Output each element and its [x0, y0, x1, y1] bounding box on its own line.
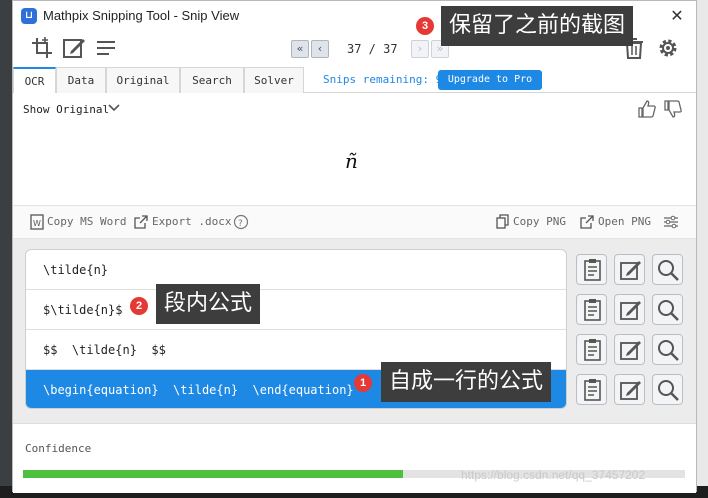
- latex-result-row[interactable]: \tilde{n}: [26, 250, 566, 290]
- search-latex-button[interactable]: [652, 374, 683, 405]
- rendered-formula: ñ: [345, 149, 358, 173]
- open-png-button[interactable]: Open PNG: [598, 215, 651, 228]
- open-external-icon: [580, 215, 594, 229]
- tab-solver[interactable]: Solver: [244, 67, 304, 93]
- tab-data[interactable]: Data: [56, 67, 106, 93]
- copy-latex-button[interactable]: [576, 334, 607, 365]
- annotation-badge-3: 3: [416, 17, 434, 35]
- copy-ms-word-button[interactable]: Copy MS Word: [47, 215, 126, 228]
- export-docx-button[interactable]: Export .docx: [152, 215, 231, 228]
- thumbs-down-icon[interactable]: [663, 99, 683, 119]
- copy-icon: [496, 214, 509, 229]
- word-icon: W: [30, 214, 44, 230]
- export-icon: [134, 215, 148, 229]
- annotation-callout-3: 保留了之前的截图: [441, 6, 634, 46]
- copy-png-button[interactable]: Copy PNG: [513, 215, 566, 228]
- edit-latex-button[interactable]: [614, 254, 645, 285]
- mathpix-window: ⊔ Mathpix Snipping Tool - Snip View ✕ « …: [12, 0, 697, 493]
- search-latex-button[interactable]: [652, 334, 683, 365]
- edit-icon: [620, 341, 641, 360]
- annotation-callout-2: 段内公式: [156, 284, 261, 324]
- show-original-toggle[interactable]: Show Original: [23, 103, 109, 116]
- svg-text:W: W: [33, 219, 41, 228]
- svg-text:?: ?: [238, 219, 243, 229]
- window-title: Mathpix Snipping Tool - Snip View: [43, 8, 240, 23]
- edit-icon: [620, 261, 641, 280]
- confidence-label: Confidence: [25, 442, 92, 455]
- watermark: https://blog.csdn.net/qq_37457202: [461, 468, 646, 482]
- prev-page-button[interactable]: ‹: [311, 40, 329, 58]
- clipboard-icon: [584, 339, 601, 361]
- crop-icon[interactable]: [29, 35, 55, 61]
- tab-original[interactable]: Original: [106, 67, 180, 93]
- search-icon: [658, 300, 679, 321]
- copy-latex-button[interactable]: [576, 254, 607, 285]
- gear-icon[interactable]: [655, 35, 681, 61]
- results-panel: \tilde{n} $\tilde{n}$ $$ \tilde{n} $$ \b…: [13, 239, 696, 423]
- search-latex-button[interactable]: [652, 294, 683, 325]
- action-bar: W Copy MS Word Export .docx ? Copy PNG O…: [13, 205, 696, 239]
- close-button[interactable]: ✕: [665, 5, 689, 27]
- snips-remaining: Snips remaining: 9: [323, 73, 443, 86]
- tab-bar: OCR Data Original Search Solver Snips re…: [13, 67, 696, 94]
- confidence-section: Confidence https://blog.csdn.net/qq_3745…: [13, 423, 696, 493]
- tab-search[interactable]: Search: [180, 67, 244, 93]
- next-page-button[interactable]: ›: [411, 40, 429, 58]
- clipboard-icon: [584, 379, 601, 401]
- edit-latex-button[interactable]: [614, 294, 645, 325]
- latex-result-row[interactable]: $\tilde{n}$: [26, 290, 566, 330]
- mathpix-logo-icon: ⊔: [21, 8, 37, 24]
- desktop-background-right: [696, 0, 708, 498]
- page-counter: 37 / 37: [347, 42, 398, 56]
- annotation-badge-2: 2: [130, 297, 148, 315]
- annotation-badge-1: 1: [354, 374, 372, 392]
- sliders-icon[interactable]: [663, 214, 679, 230]
- desktop-background-left: [0, 0, 12, 498]
- clipboard-icon: [584, 259, 601, 281]
- upgrade-to-pro-button[interactable]: Upgrade to Pro: [438, 70, 542, 90]
- first-page-button[interactable]: «: [291, 40, 309, 58]
- edit-icon: [620, 381, 641, 400]
- edit-latex-button[interactable]: [614, 334, 645, 365]
- copy-latex-button[interactable]: [576, 294, 607, 325]
- confidence-bar-fill: [23, 470, 403, 478]
- annotation-callout-1: 自成一行的公式: [381, 362, 552, 402]
- edit-icon[interactable]: [61, 35, 87, 61]
- edit-latex-button[interactable]: [614, 374, 645, 405]
- search-icon: [658, 380, 679, 401]
- thumbs-up-icon[interactable]: [637, 99, 657, 119]
- search-latex-button[interactable]: [652, 254, 683, 285]
- preview-area: Show Original ñ: [13, 93, 696, 205]
- chevron-down-icon[interactable]: [107, 101, 121, 115]
- menu-icon[interactable]: [93, 35, 119, 61]
- search-icon: [658, 260, 679, 281]
- help-icon[interactable]: ?: [233, 214, 249, 230]
- tab-ocr[interactable]: OCR: [13, 67, 56, 94]
- clipboard-icon: [584, 299, 601, 321]
- copy-latex-button[interactable]: [576, 374, 607, 405]
- search-icon: [658, 340, 679, 361]
- edit-icon: [620, 301, 641, 320]
